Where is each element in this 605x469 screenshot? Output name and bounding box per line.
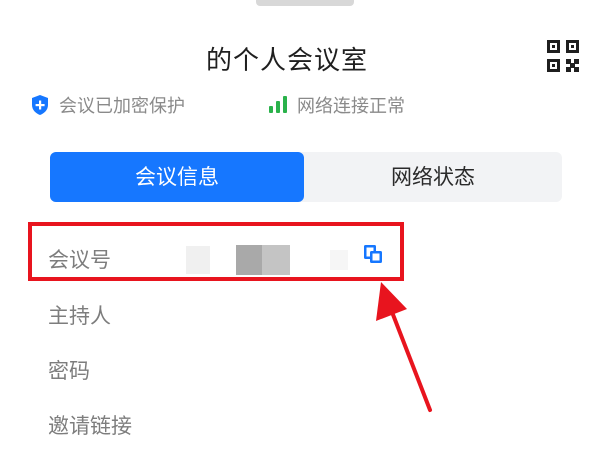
network-status: 网络连接正常 (268, 92, 405, 118)
drag-handle[interactable] (256, 0, 354, 6)
tab-meeting-info[interactable]: 会议信息 (50, 152, 304, 202)
shield-plus-icon (32, 95, 48, 115)
password-label: 密码 (48, 359, 90, 383)
annotation-highlight-box (28, 222, 404, 281)
tab-network-status[interactable]: 网络状态 (304, 152, 562, 202)
page-title: 的个人会议室 (205, 46, 368, 76)
signal-bars-icon (269, 96, 287, 113)
tab-bar: 会议信息 网络状态 (50, 152, 562, 202)
network-status-label: 网络连接正常 (297, 96, 405, 117)
qr-code-icon[interactable] (545, 38, 581, 74)
encryption-status-label: 会议已加密保护 (59, 96, 185, 117)
host-label: 主持人 (48, 304, 111, 328)
encryption-status: 会议已加密保护 (30, 92, 185, 118)
meeting-info-panel: 的个人会议室 会议已加密保护 网络连接正常 会议信息 网络状态 会议号 主持人 … (0, 0, 605, 469)
status-row: 会议已加密保护 网络连接正常 (30, 92, 590, 120)
invite-link-label: 邀请链接 (48, 414, 132, 438)
